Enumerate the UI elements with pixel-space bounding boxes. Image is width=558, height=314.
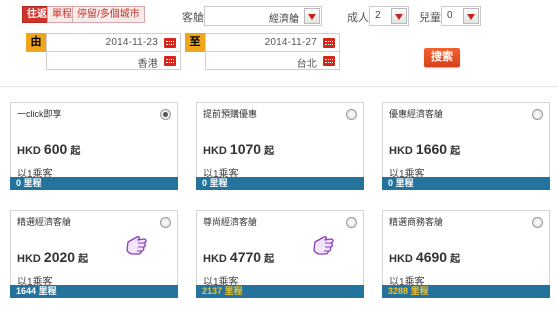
arrival-city-field[interactable]: 台北	[205, 51, 340, 70]
adults-value: 2	[375, 10, 381, 21]
chevron-down-icon[interactable]	[463, 8, 479, 24]
city-picker-icon[interactable]	[164, 56, 176, 66]
arrival-date-value: 2014-11-27	[264, 37, 317, 48]
adults-select[interactable]: 2	[369, 6, 409, 26]
from-tag: 由	[26, 33, 46, 52]
fare-radio[interactable]	[532, 217, 543, 228]
fare-card-oneclick[interactable]: 一click即享 HKD 600 起 以1乘客 0 里程	[10, 102, 178, 190]
cabin-value: 經濟艙	[269, 14, 299, 25]
fare-price: HKD 2020 起	[17, 249, 89, 265]
fare-radio[interactable]	[532, 109, 543, 120]
fare-miles: 2137 里程	[196, 285, 364, 298]
fare-card-title: 優惠經濟客艙	[389, 109, 444, 119]
departure-city-field[interactable]: 香港	[46, 51, 181, 70]
children-select[interactable]: 0	[441, 6, 481, 26]
fare-radio[interactable]	[160, 109, 171, 120]
fare-miles: 0 里程	[196, 177, 364, 190]
fare-card-saver-economy[interactable]: 優惠經濟客艙 HKD 1660 起 以1乘客 0 里程	[382, 102, 550, 190]
fare-card-choice-economy[interactable]: 精選經濟客艙 HKD 2020 起 以1乘客 1644 里程	[10, 210, 178, 298]
cabin-select[interactable]: 經濟艙	[204, 6, 322, 26]
fare-card-title: 提前預購優惠	[203, 109, 258, 119]
fare-price: HKD 4770 起	[203, 249, 275, 265]
fare-card-title: 精選經濟客艙	[17, 217, 72, 227]
fare-miles: 0 里程	[382, 177, 550, 190]
fare-miles: 3288 里程	[382, 285, 550, 298]
departure-date-field[interactable]: 2014-11-23	[46, 33, 181, 52]
fare-radio[interactable]	[346, 109, 357, 120]
fare-price: HKD 600 起	[17, 141, 81, 157]
arrival-date-field[interactable]: 2014-11-27	[205, 33, 340, 52]
adults-label: 成人	[347, 12, 369, 24]
fare-card-advance[interactable]: 提前預購優惠 HKD 1070 起 以1乘客 0 里程	[196, 102, 364, 190]
fare-radio[interactable]	[346, 217, 357, 228]
fare-card-premium-economy[interactable]: 尊尚經濟客艙 HKD 4770 起 以1乘客 2137 里程	[196, 210, 364, 298]
children-label: 兒童	[419, 12, 441, 24]
chevron-down-icon[interactable]	[304, 8, 320, 24]
fare-price: HKD 4690 起	[389, 249, 461, 265]
tab-multi-city[interactable]: 停留/多個城市	[72, 6, 145, 23]
chevron-down-icon[interactable]	[391, 8, 407, 24]
to-tag: 至	[185, 33, 205, 52]
fare-card-title: 精選商務客艙	[389, 217, 444, 227]
fare-price: HKD 1070 起	[203, 141, 275, 157]
pointer-hand-icon	[126, 236, 147, 255]
search-button[interactable]: 搜索	[424, 48, 460, 67]
divider	[0, 86, 558, 87]
cabin-label: 客艙	[182, 12, 204, 24]
pointer-hand-icon	[313, 236, 334, 255]
fare-radio[interactable]	[160, 217, 171, 228]
departure-date-value: 2014-11-23	[105, 37, 158, 48]
fare-card-title: 一click即享	[17, 109, 62, 119]
arrival-city-value: 台北	[296, 59, 317, 70]
fare-price: HKD 1660 起	[389, 141, 461, 157]
fare-miles: 0 里程	[10, 177, 178, 190]
fare-card-title: 尊尚經濟客艙	[203, 217, 258, 227]
fare-card-choice-business[interactable]: 精選商務客艙 HKD 4690 起 以1乘客 3288 里程	[382, 210, 550, 298]
calendar-icon[interactable]	[323, 38, 335, 48]
city-picker-icon[interactable]	[323, 56, 335, 66]
children-value: 0	[447, 10, 453, 21]
fare-miles: 1644 里程	[10, 285, 178, 298]
calendar-icon[interactable]	[164, 38, 176, 48]
departure-city-value: 香港	[137, 59, 158, 70]
